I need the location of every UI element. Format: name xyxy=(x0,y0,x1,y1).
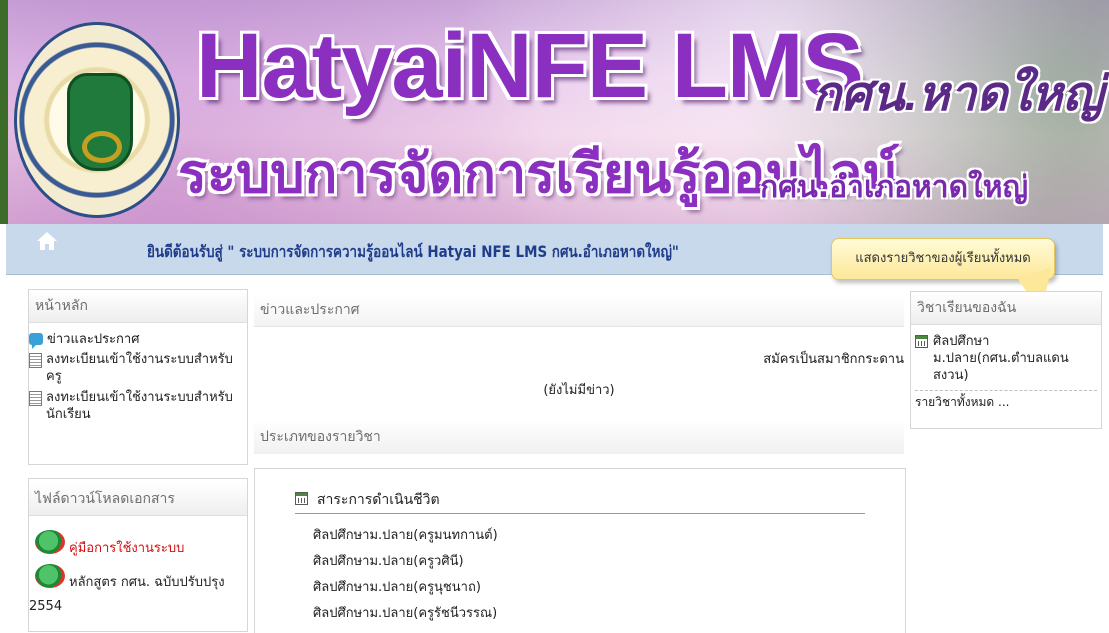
download-file-icon xyxy=(35,530,65,554)
download-item-curriculum[interactable]: หลักสูตร กศน. ฉบับปรับปรุง 2554 xyxy=(29,564,247,614)
menu-item-news[interactable]: ข่าวและประกาศ xyxy=(29,331,243,349)
my-course-label[interactable]: ศิลปศึกษาม.ปลาย(กศน.ตำบลแดนสงวน) xyxy=(933,333,1093,384)
document-icon xyxy=(29,391,42,406)
course-list: ศิลปศึกษาม.ปลาย(ครูมนทกานต์) ศิลปศึกษาม.… xyxy=(313,523,498,627)
menu-item-teacher-register[interactable]: ลงทะเบียนเข้าใช้งานระบบสำหรับครู xyxy=(29,351,243,385)
course-icon xyxy=(915,335,928,348)
course-categories-block: ประเภทของรายวิชา xyxy=(254,420,904,454)
category-title[interactable]: สาระการดำเนินชีวิต xyxy=(317,489,440,511)
news-heading: ข่าวและประกาศ xyxy=(254,294,904,327)
welcome-message: ยินดีต้อนรับสู่ " ระบบการจัดการความรู้ออ… xyxy=(147,242,679,261)
category-list-panel: สาระการดำเนินชีวิต ศิลปศึกษาม.ปลาย(ครูมน… xyxy=(254,468,906,633)
my-course-item[interactable]: ศิลปศึกษาม.ปลาย(กศน.ตำบลแดนสงวน) xyxy=(911,325,1101,384)
course-link[interactable]: ศิลปศึกษาม.ปลาย(ครูวศินี) xyxy=(313,549,498,575)
news-subscribe-link[interactable]: สมัครเป็นสมาชิกกระดาน xyxy=(763,348,904,369)
course-link[interactable]: ศิลปศึกษาม.ปลาย(ครูนุชนาถ) xyxy=(313,575,498,601)
nfe-seal-logo xyxy=(14,22,180,218)
banner-title: HatyaiNFE LMS xyxy=(196,15,864,117)
banner-title-right: กศน.หาดใหญ่ xyxy=(812,68,1104,121)
all-courses-link[interactable]: รายวิชาทั้งหมด ... xyxy=(911,391,1101,412)
my-courses-heading: วิชาเรียนของฉัน xyxy=(911,292,1101,325)
menu-item-student-register[interactable]: ลงทะเบียนเข้าใช้งานระบบสำหรับนักเรียน xyxy=(29,389,243,423)
course-categories-heading: ประเภทของรายวิชา xyxy=(254,420,904,454)
main-menu-heading: หน้าหลัก xyxy=(29,290,247,323)
home-icon[interactable] xyxy=(36,230,58,252)
category-icon xyxy=(295,492,308,505)
news-block: ข่าวและประกาศ สมัครเป็นสมาชิกกระดาน (ยัง… xyxy=(254,294,904,416)
course-link[interactable]: ศิลปศึกษาม.ปลาย(ครูมนทกานต์) xyxy=(313,523,498,549)
my-courses-tooltip: แสดงรายวิชาของผู้เรียนทั้งหมด xyxy=(831,238,1055,280)
my-courses-block: วิชาเรียนของฉัน ศิลปศึกษาม.ปลาย(กศน.ตำบล… xyxy=(910,291,1102,429)
course-link[interactable]: ศิลปศึกษาม.ปลาย(ครูรัชนีวรรณ) xyxy=(313,601,498,627)
news-icon xyxy=(29,333,43,349)
download-manual-label[interactable]: คู่มือการใช้งานระบบ xyxy=(69,541,184,556)
menu-item-news-label[interactable]: ข่าวและประกาศ xyxy=(47,332,139,347)
banner-subtitle-right: กศน.อำเภอหาดใหญ่ xyxy=(760,170,1029,205)
download-item-manual[interactable]: คู่มือการใช้งานระบบ xyxy=(35,530,247,556)
category-header[interactable]: สาระการดำเนินชีวิต xyxy=(295,487,865,514)
main-menu-block: หน้าหลัก ข่าวและประกาศ ลงทะเบียนเข้าใช้ง… xyxy=(28,289,248,465)
download-file-icon xyxy=(35,564,65,588)
site-banner: HatyaiNFE LMS กศน.หาดใหญ่ ระบบการจัดการเ… xyxy=(0,0,1109,224)
menu-item-student-register-label[interactable]: ลงทะเบียนเข้าใช้งานระบบสำหรับนักเรียน xyxy=(46,389,242,423)
banner-edge xyxy=(0,0,8,224)
downloads-block: ไฟล์ดาวน์โหลดเอกสาร คู่มือการใช้งานระบบ … xyxy=(28,478,248,632)
document-icon xyxy=(29,353,42,368)
news-empty-message: (ยังไม่มีข่าว) xyxy=(543,383,615,398)
menu-item-teacher-register-label[interactable]: ลงทะเบียนเข้าใช้งานระบบสำหรับครู xyxy=(46,351,242,385)
seal-emblem-icon xyxy=(67,73,133,171)
downloads-heading: ไฟล์ดาวน์โหลดเอกสาร xyxy=(29,483,247,516)
